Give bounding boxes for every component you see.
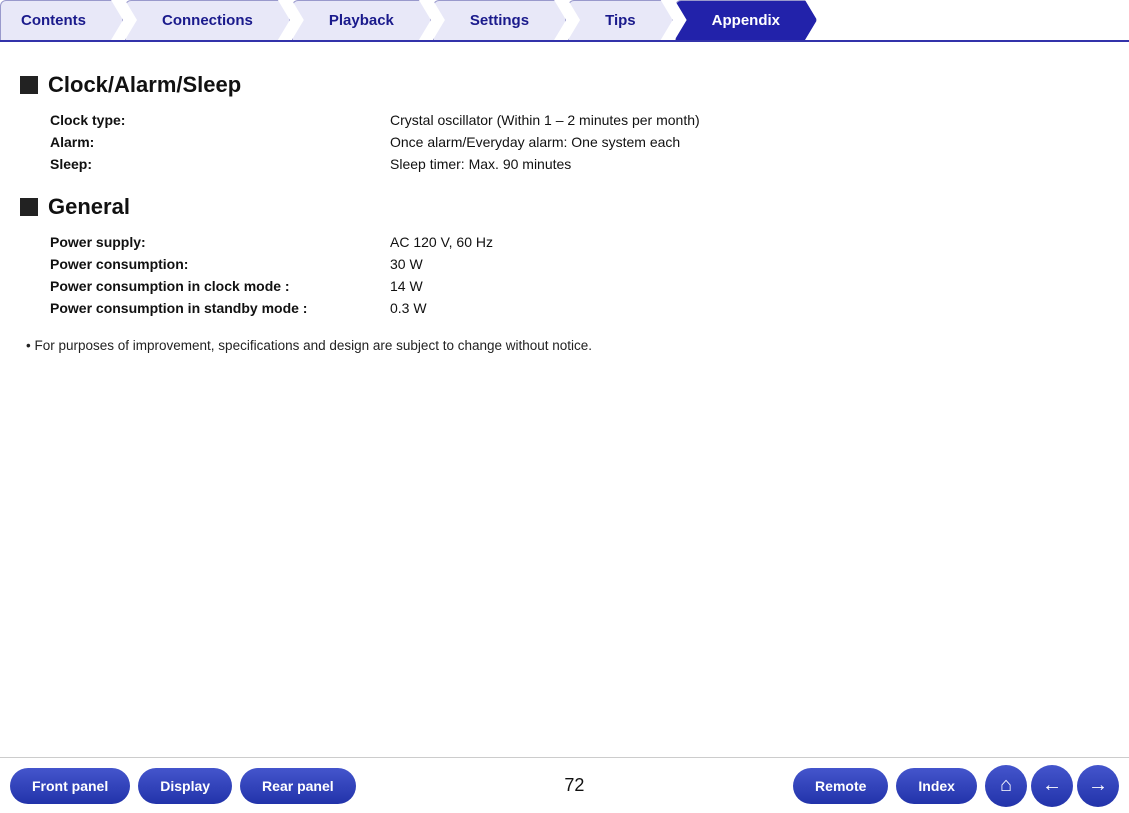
- tab-contents[interactable]: Contents: [0, 0, 123, 40]
- bottom-bar: Front panel Display Rear panel 72 Remote…: [0, 757, 1129, 813]
- home-icon: ⌂: [1000, 774, 1012, 797]
- tab-appendix[interactable]: Appendix: [675, 0, 817, 40]
- clock-section-header: Clock/Alarm/Sleep: [20, 72, 1099, 98]
- tab-connections[interactable]: Connections: [125, 0, 290, 40]
- general-section-title: General: [48, 194, 130, 220]
- rear-panel-button[interactable]: Rear panel: [240, 768, 356, 804]
- spec-value: Crystal oscillator (Within 1 – 2 minutes…: [390, 112, 700, 128]
- remote-button[interactable]: Remote: [793, 768, 888, 804]
- general-section-header: General: [20, 194, 1099, 220]
- forward-icon-button[interactable]: →: [1077, 765, 1119, 807]
- tab-playback[interactable]: Playback: [292, 0, 431, 40]
- spec-label: Power consumption:: [50, 256, 390, 272]
- bottom-center: 72: [559, 775, 589, 796]
- tab-settings[interactable]: Settings: [433, 0, 566, 40]
- table-row: Power consumption in clock mode : 14 W: [50, 278, 1099, 294]
- forward-icon: →: [1088, 774, 1108, 797]
- spec-value: Once alarm/Everyday alarm: One system ea…: [390, 134, 680, 150]
- index-button[interactable]: Index: [896, 768, 977, 804]
- spec-value: 0.3 W: [390, 300, 427, 316]
- spec-label: Alarm:: [50, 134, 390, 150]
- spec-label: Power supply:: [50, 234, 390, 250]
- display-button[interactable]: Display: [138, 768, 232, 804]
- spec-value: 14 W: [390, 278, 423, 294]
- spec-value: 30 W: [390, 256, 423, 272]
- tab-navigation: Contents Connections Playback Settings T…: [0, 0, 1129, 42]
- nav-icon-buttons: ⌂ ← →: [985, 765, 1119, 807]
- section-icon: [20, 76, 38, 94]
- spec-label: Power consumption in clock mode :: [50, 278, 390, 294]
- table-row: Clock type: Crystal oscillator (Within 1…: [50, 112, 1099, 128]
- spec-value: Sleep timer: Max. 90 minutes: [390, 156, 571, 172]
- main-content: Clock/Alarm/Sleep Clock type: Crystal os…: [0, 42, 1129, 757]
- section-icon: [20, 198, 38, 216]
- page-number: 72: [559, 775, 589, 796]
- clock-spec-table: Clock type: Crystal oscillator (Within 1…: [50, 112, 1099, 172]
- disclaimer-note: • For purposes of improvement, specifica…: [26, 338, 1099, 353]
- spec-value: AC 120 V, 60 Hz: [390, 234, 493, 250]
- front-panel-button[interactable]: Front panel: [10, 768, 130, 804]
- back-icon-button[interactable]: ←: [1031, 765, 1073, 807]
- table-row: Sleep: Sleep timer: Max. 90 minutes: [50, 156, 1099, 172]
- general-spec-table: Power supply: AC 120 V, 60 Hz Power cons…: [50, 234, 1099, 316]
- table-row: Power consumption in standby mode : 0.3 …: [50, 300, 1099, 316]
- table-row: Alarm: Once alarm/Everyday alarm: One sy…: [50, 134, 1099, 150]
- back-icon: ←: [1042, 774, 1062, 797]
- bottom-left-buttons: Front panel Display Rear panel: [10, 768, 356, 804]
- tab-tips[interactable]: Tips: [568, 0, 673, 40]
- spec-label: Power consumption in standby mode :: [50, 300, 390, 316]
- bottom-right-section: Remote Index ⌂ ← →: [793, 765, 1119, 807]
- spec-label: Clock type:: [50, 112, 390, 128]
- table-row: Power consumption: 30 W: [50, 256, 1099, 272]
- clock-section-title: Clock/Alarm/Sleep: [48, 72, 241, 98]
- home-icon-button[interactable]: ⌂: [985, 765, 1027, 807]
- spec-label: Sleep:: [50, 156, 390, 172]
- table-row: Power supply: AC 120 V, 60 Hz: [50, 234, 1099, 250]
